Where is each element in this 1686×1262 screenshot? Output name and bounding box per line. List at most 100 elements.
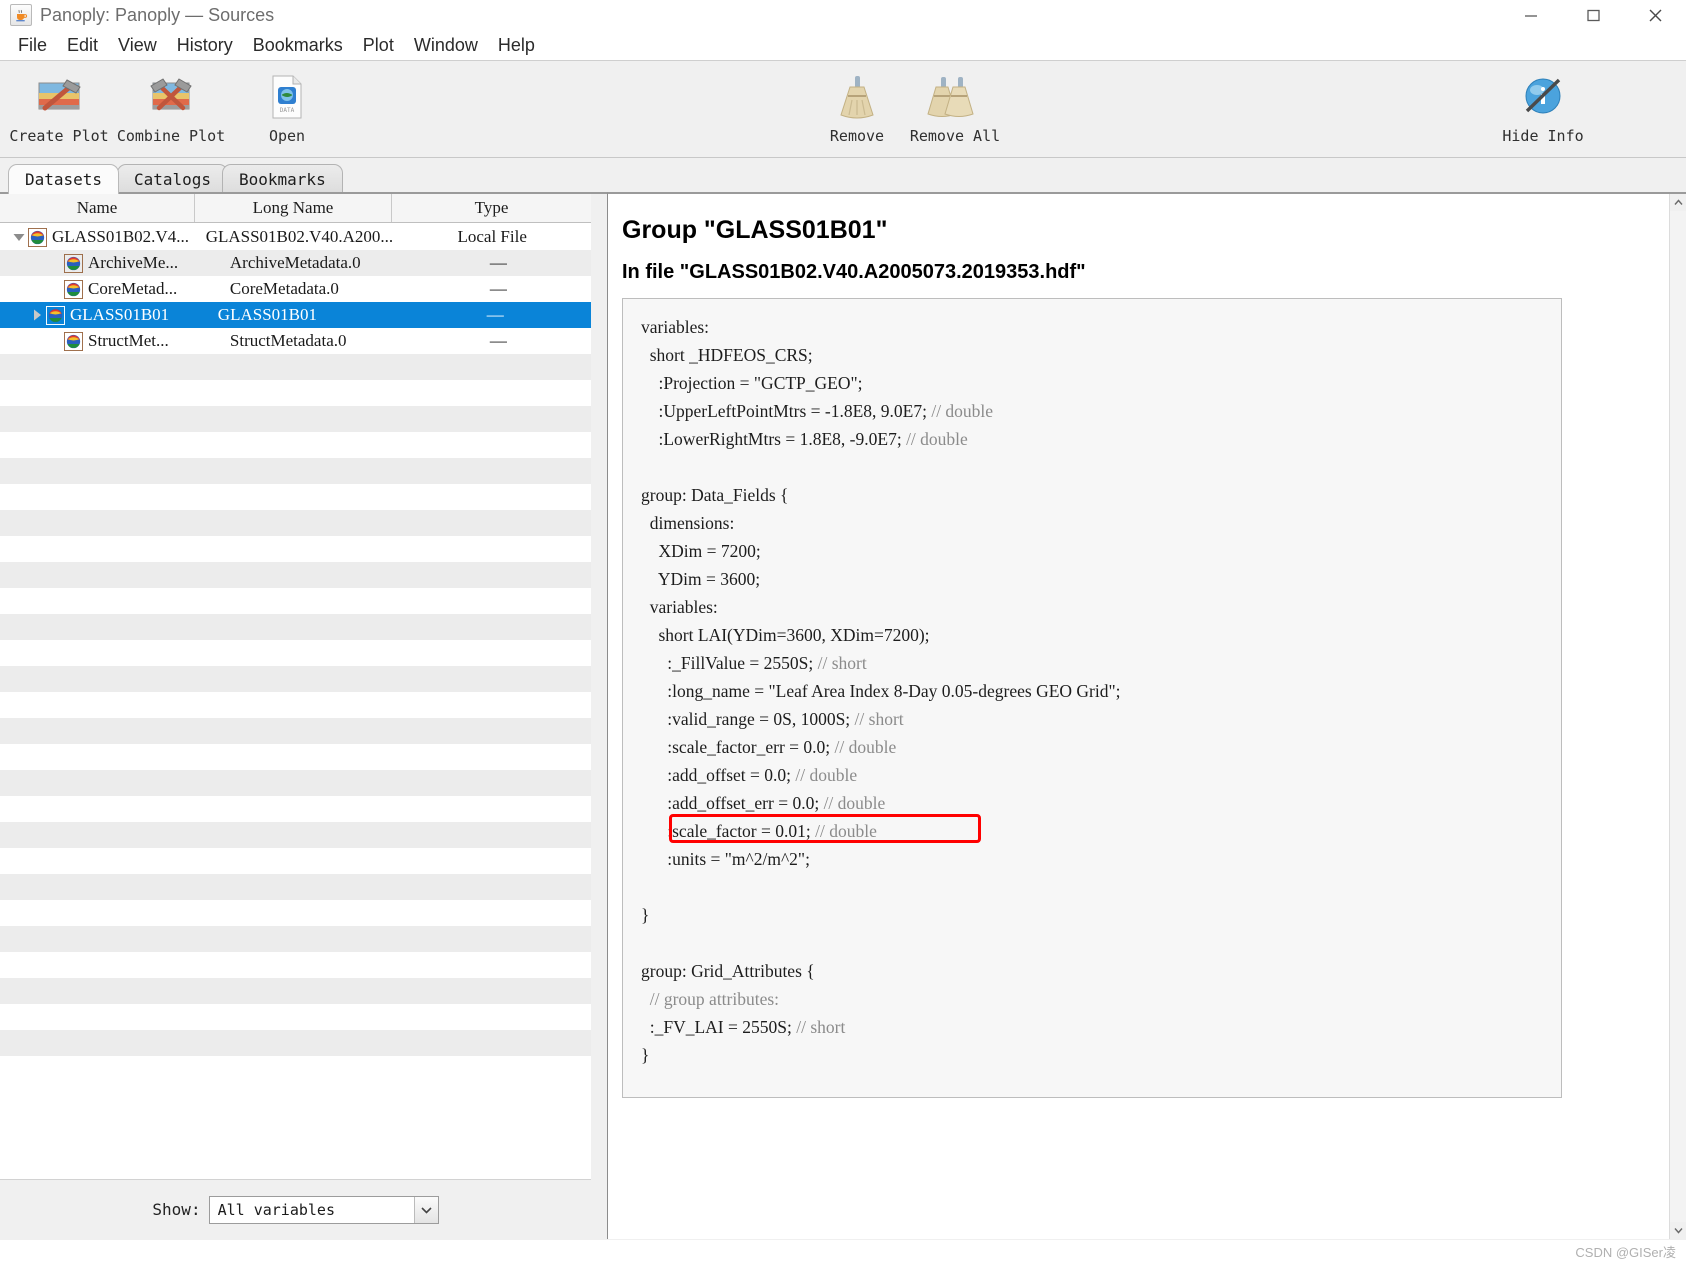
hammer-over-image-icon [0, 71, 118, 123]
table-row-empty [0, 770, 591, 796]
table-row-empty [0, 692, 591, 718]
table-row-empty [0, 1030, 591, 1056]
scroll-up-arrow-icon[interactable] [1670, 194, 1686, 211]
tree-row-name: CoreMetad... [40, 279, 222, 299]
panoply-window: Panoply: Panoply — Sources File Edit Vie… [0, 0, 1686, 1262]
table-row-empty [0, 1056, 591, 1082]
hide-info-label: Hide Info [1502, 127, 1584, 145]
tree-row-long-name: CoreMetadata.0 [229, 279, 339, 298]
tab-datasets[interactable]: Datasets [8, 164, 120, 194]
scroll-down-arrow-icon[interactable] [1670, 1222, 1686, 1239]
dataset-tree-panel: Name Long Name Type GLASS01B02.V4... GLAS… [0, 192, 591, 1239]
table-row-empty [0, 952, 591, 978]
remove-all-label: Remove All [909, 127, 1001, 145]
data-file-globe-icon: DATA [228, 71, 346, 123]
table-row-empty [0, 900, 591, 926]
table-row[interactable]: StructMet... StructMetadata.0 — [0, 328, 591, 354]
tree-row-long-name: GLASS01B01 [217, 305, 317, 324]
open-label: Open [268, 127, 306, 145]
column-header-long-name[interactable]: Long Name [195, 194, 392, 222]
close-button[interactable] [1624, 0, 1686, 30]
tab-catalogs-label: Catalogs [134, 170, 212, 189]
table-row-empty [0, 822, 591, 848]
table-row[interactable]: GLASS01B02.V4... GLASS01B02.V40.A200... Lo… [0, 224, 591, 250]
table-row-empty [0, 978, 591, 1004]
menu-edit[interactable]: Edit [57, 33, 108, 58]
toolbar: Create Plot Combine Plot DATA Open Remov… [0, 61, 1686, 158]
table-row-empty [0, 536, 591, 562]
table-row[interactable]: CoreMetad... CoreMetadata.0 — [0, 276, 591, 302]
tree-row-name-text: GLASS01B02.V4... [52, 227, 189, 246]
info-panel: Group "GLASS01B01" In file "GLASS01B02.V… [607, 192, 1686, 1239]
tab-catalogs[interactable]: Catalogs [117, 164, 229, 194]
menu-window[interactable]: Window [404, 33, 488, 58]
column-header-type[interactable]: Type [392, 194, 591, 222]
table-row-empty [0, 874, 591, 900]
tree-row-long-name: GLASS01B02.V40.A200... [205, 227, 394, 246]
table-row-empty [0, 718, 591, 744]
open-button[interactable]: DATA Open [228, 71, 346, 145]
chevron-down-icon[interactable] [413, 1196, 438, 1223]
tab-strip: Datasets Catalogs Bookmarks [0, 158, 1686, 194]
double-broom-icon [896, 71, 1014, 123]
tree-row-name-text: CoreMetad... [88, 279, 178, 298]
table-row-empty [0, 380, 591, 406]
show-filter-bar: Show: All variables [0, 1179, 591, 1239]
watermark-text: CSDN @GISer凌 [1575, 1244, 1676, 1260]
table-row-empty [0, 484, 591, 510]
cdl-code-box: variables: short _HDFEOS_CRS; :Projectio… [622, 298, 1562, 1098]
window-controls [1500, 0, 1686, 30]
tree-row-type: Local File [457, 227, 527, 246]
tree-row-long-name: StructMetadata.0 [229, 331, 347, 350]
create-plot-button[interactable]: Create Plot [0, 71, 118, 145]
tree-row-long-name: ArchiveMetadata.0 [229, 253, 361, 272]
tree-row-type: — [489, 253, 507, 272]
table-row-empty [0, 510, 591, 536]
tree-row-type: — [486, 305, 504, 324]
tree-row-name: GLASS01B01 [22, 305, 210, 325]
table-row-empty [0, 796, 591, 822]
menu-view[interactable]: View [108, 33, 167, 58]
table-row-empty [0, 744, 591, 770]
menu-history[interactable]: History [167, 33, 243, 58]
title-bar: Panoply: Panoply — Sources [0, 0, 1686, 30]
variables-filter-select[interactable]: All variables [208, 1195, 439, 1224]
column-header-name[interactable]: Name [0, 194, 195, 222]
maximize-button[interactable] [1562, 0, 1624, 30]
table-row-empty [0, 432, 591, 458]
pane-splitter[interactable] [591, 192, 607, 1239]
tree-twisty-collapsed-icon[interactable] [28, 309, 46, 321]
menu-bar: File Edit View History Bookmarks Plot Wi… [0, 30, 1686, 61]
table-row-empty [0, 848, 591, 874]
tree-row-name-text: GLASS01B01 [70, 305, 170, 324]
remove-all-button[interactable]: Remove All [896, 71, 1014, 145]
tree-twisty-expanded-icon[interactable] [10, 233, 28, 242]
table-row[interactable]: ArchiveMe... ArchiveMetadata.0 — [0, 250, 591, 276]
table-row-empty [0, 926, 591, 952]
table-row-empty [0, 666, 591, 692]
java-coffee-cup-icon [10, 4, 32, 26]
cdl-code-text: variables: short _HDFEOS_CRS; :Projectio… [641, 317, 1121, 1065]
menu-help[interactable]: Help [488, 33, 545, 58]
create-plot-label: Create Plot [9, 127, 109, 145]
content-area: Name Long Name Type GLASS01B02.V4... GLAS… [0, 192, 1686, 1239]
combine-plot-button[interactable]: Combine Plot [112, 71, 230, 145]
info-vertical-scrollbar[interactable] [1669, 194, 1686, 1239]
minimize-button[interactable] [1500, 0, 1562, 30]
tab-bookmarks[interactable]: Bookmarks [222, 164, 343, 194]
table-row-empty [0, 354, 591, 380]
table-row-empty [0, 1004, 591, 1030]
table-row[interactable]: GLASS01B01 GLASS01B01 — [0, 302, 591, 328]
table-row-empty [0, 562, 591, 588]
tree-column-headers: Name Long Name Type [0, 194, 591, 223]
table-row-empty [0, 588, 591, 614]
info-content: Group "GLASS01B01" In file "GLASS01B02.V… [608, 194, 1669, 1239]
menu-file[interactable]: File [8, 33, 57, 58]
status-bar: CSDN @GISer凌 [0, 1240, 1686, 1262]
menu-bookmarks[interactable]: Bookmarks [243, 33, 353, 58]
group-heading: Group "GLASS01B01" [622, 216, 888, 244]
hide-info-button[interactable]: Hide Info [1458, 71, 1628, 145]
svg-text:DATA: DATA [280, 107, 295, 114]
menu-plot[interactable]: Plot [353, 33, 404, 58]
variables-filter-value: All variables [217, 1200, 335, 1219]
